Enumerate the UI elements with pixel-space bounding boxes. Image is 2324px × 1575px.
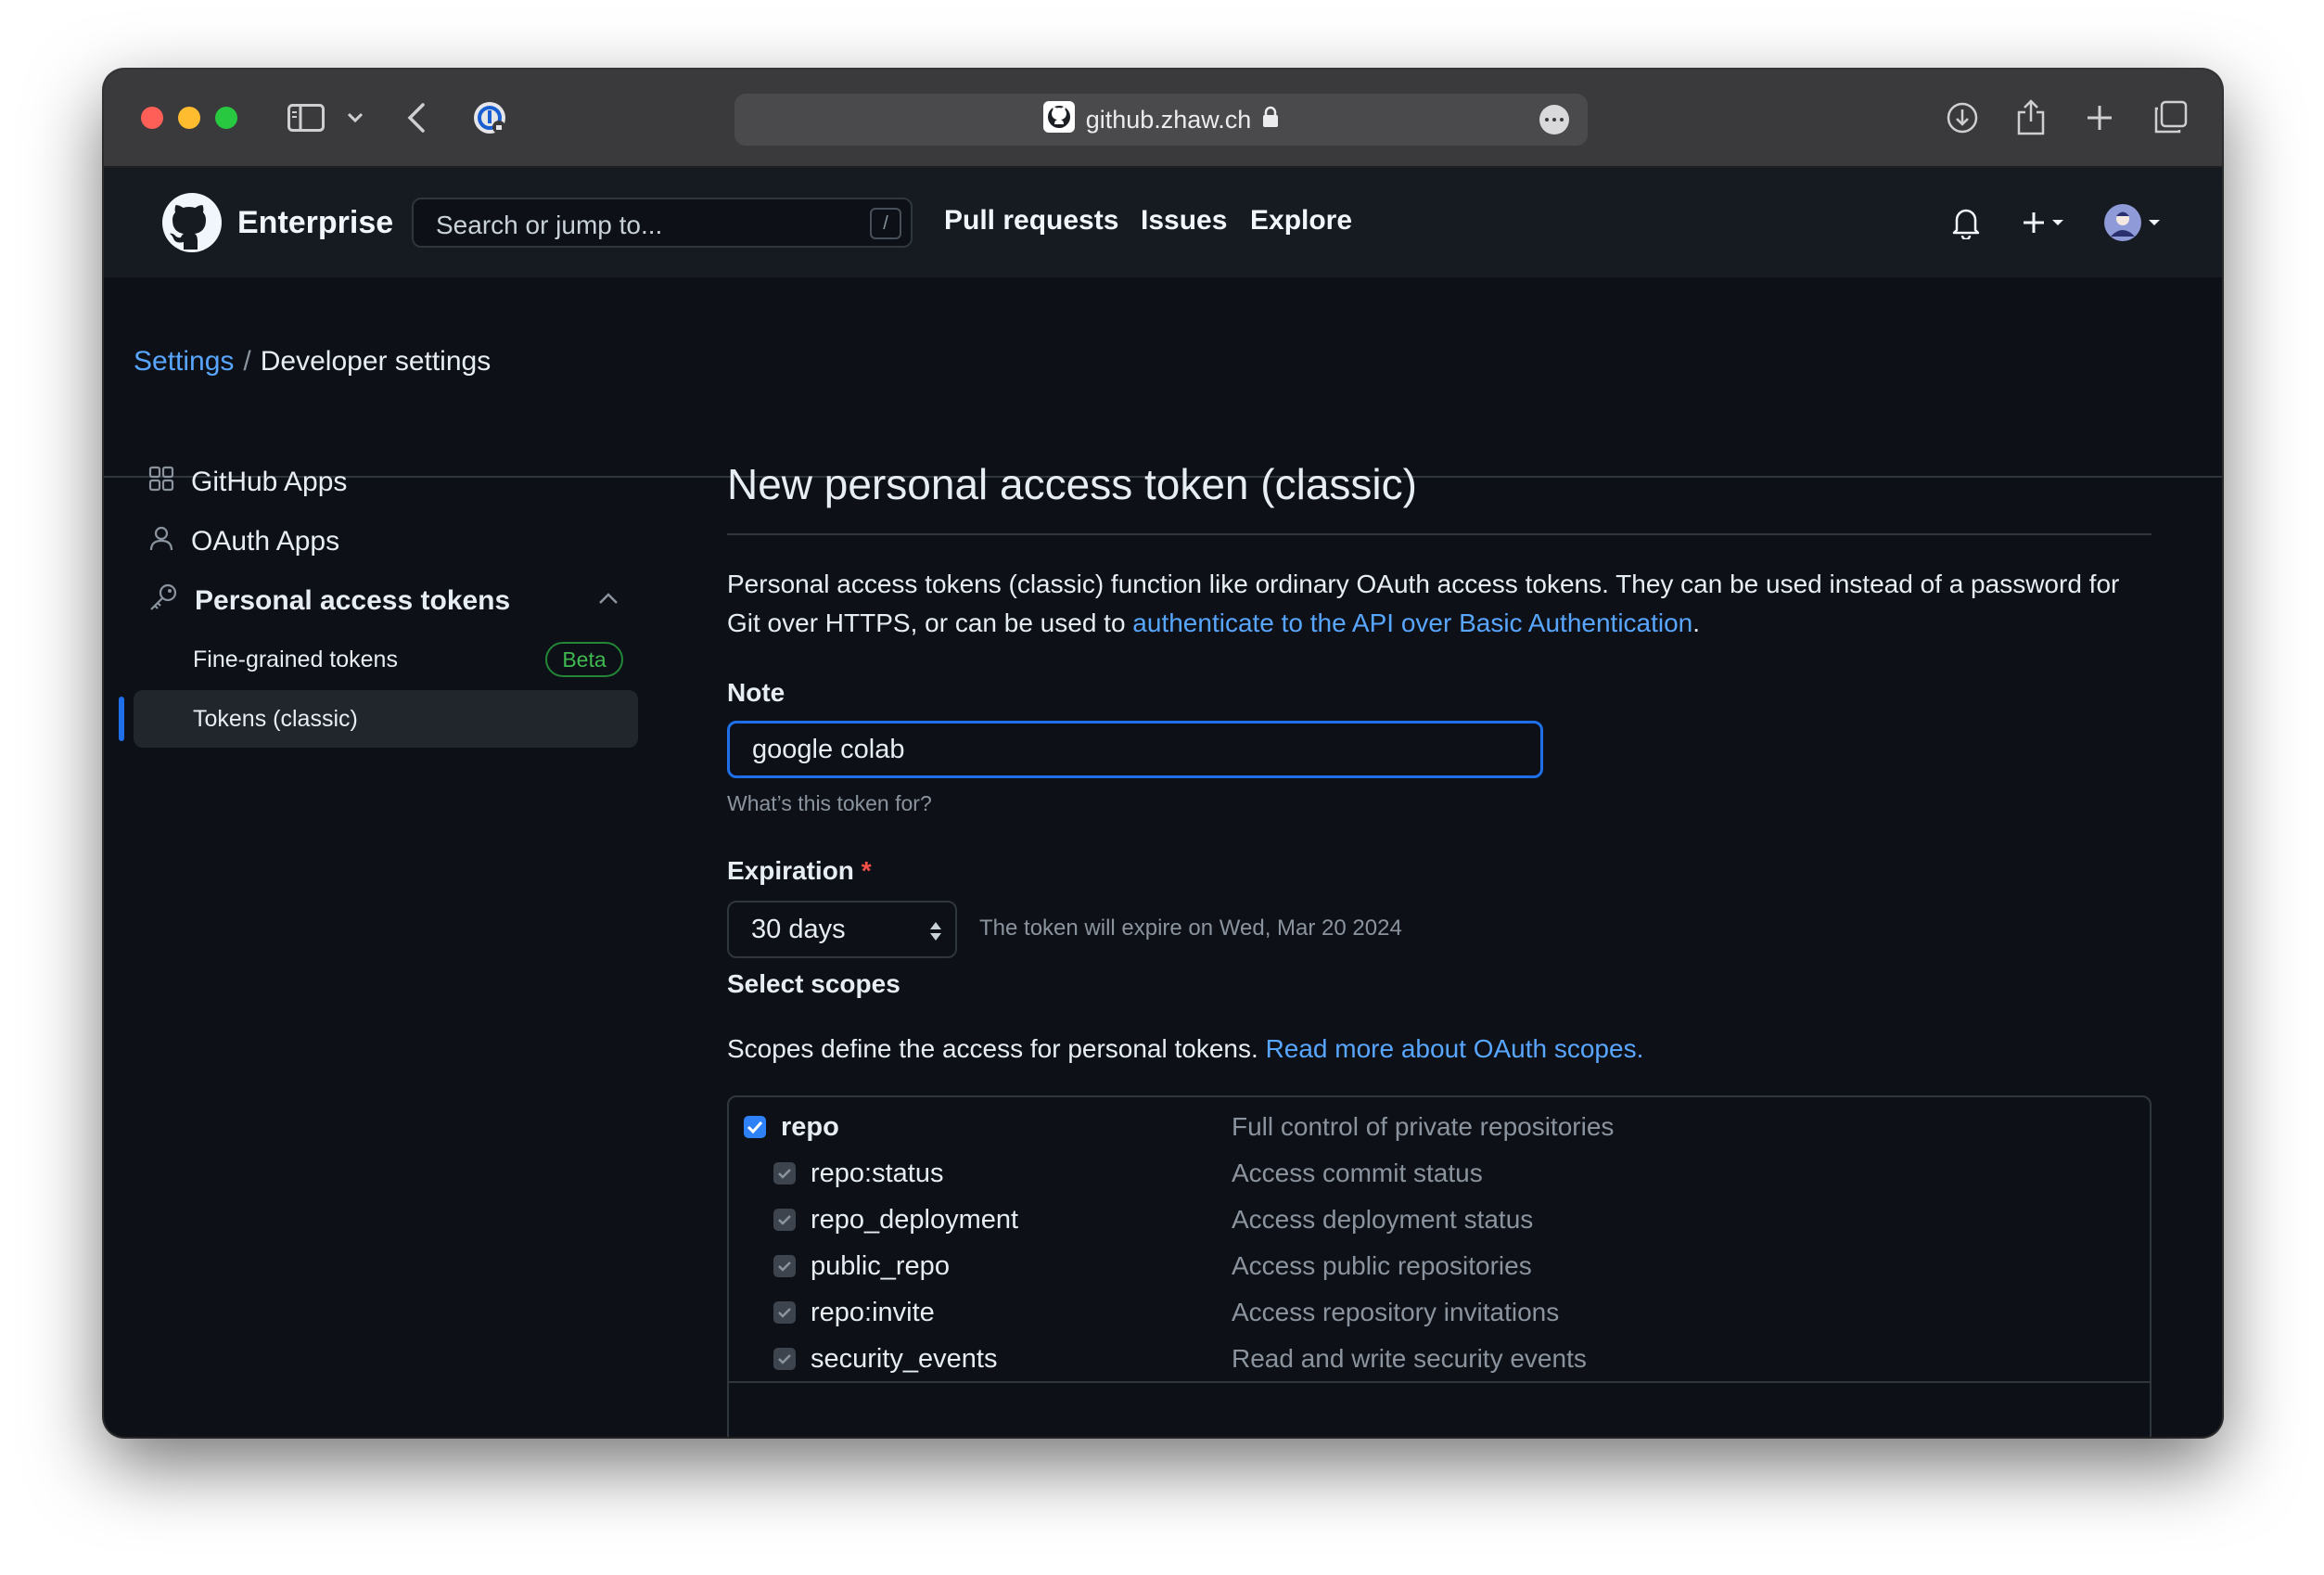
required-asterisk: * bbox=[861, 856, 872, 885]
scopes-table: repo Full control of private repositorie… bbox=[727, 1095, 2152, 1437]
breadcrumb-separator: / bbox=[243, 346, 251, 377]
breadcrumb-band: Settings / Developer settings bbox=[104, 277, 2222, 478]
back-icon[interactable] bbox=[402, 97, 430, 138]
scopes-desc-text: Scopes define the access for personal to… bbox=[727, 1034, 1266, 1063]
share-icon[interactable] bbox=[2012, 97, 2049, 138]
expiration-date-note: The token will expire on Wed, Mar 20 202… bbox=[979, 916, 1402, 941]
note-label: Note bbox=[727, 678, 785, 707]
password-manager-icon[interactable] bbox=[469, 97, 510, 138]
scope-name: repo_deployment bbox=[811, 1205, 1019, 1235]
note-field[interactable] bbox=[727, 721, 1543, 778]
sidebar-active-indicator bbox=[119, 697, 124, 741]
scope-checkbox-repo-status[interactable] bbox=[773, 1162, 796, 1184]
scope-description: Full control of private repositories bbox=[1232, 1112, 1615, 1141]
scope-checkbox-repo[interactable] bbox=[744, 1116, 766, 1138]
expiration-label-text: Expiration bbox=[727, 856, 854, 885]
downloads-icon[interactable] bbox=[1944, 97, 1981, 138]
sidebar-item-label: GitHub Apps bbox=[191, 467, 348, 497]
note-hint: What’s this token for? bbox=[727, 791, 932, 815]
nav-issues[interactable]: Issues bbox=[1141, 205, 1227, 237]
scope-row-repo-deployment: repo_deployment Access deployment status bbox=[729, 1199, 2150, 1242]
basic-auth-link[interactable]: authenticate to the API over Basic Authe… bbox=[1132, 608, 1692, 637]
title-divider bbox=[727, 533, 2152, 535]
sidebar-item-label: OAuth Apps bbox=[191, 526, 340, 557]
scope-checkbox-repo-deployment[interactable] bbox=[773, 1209, 796, 1231]
sidebar-item-fine-grained-tokens[interactable]: Fine-grained tokens bbox=[193, 647, 398, 673]
scope-row-repo-status: repo:status Access commit status bbox=[729, 1153, 2150, 1196]
search-input[interactable]: Search or jump to... / bbox=[412, 198, 913, 248]
nav-explore[interactable]: Explore bbox=[1250, 205, 1352, 237]
select-arrows-icon bbox=[929, 919, 942, 950]
minimize-window-button[interactable] bbox=[178, 107, 200, 129]
scope-group-divider bbox=[729, 1381, 2150, 1383]
scope-checkbox-security-events[interactable] bbox=[773, 1348, 796, 1370]
scope-name: security_events bbox=[811, 1344, 998, 1374]
github-header: Enterprise Search or jump to... / Pull r… bbox=[104, 168, 2222, 277]
more-options-icon[interactable] bbox=[1539, 105, 1569, 134]
key-icon bbox=[148, 583, 178, 620]
tab-overview-icon[interactable] bbox=[2150, 97, 2190, 138]
zoom-window-button[interactable] bbox=[215, 107, 237, 129]
oauth-scopes-link[interactable]: Read more about OAuth scopes. bbox=[1266, 1034, 1644, 1063]
new-tab-icon[interactable] bbox=[2081, 97, 2118, 138]
scope-row-repo-invite: repo:invite Access repository invitation… bbox=[729, 1292, 2150, 1335]
close-window-button[interactable] bbox=[141, 107, 163, 129]
breadcrumb-settings-link[interactable]: Settings bbox=[134, 346, 234, 378]
site-favicon-icon bbox=[1042, 100, 1075, 139]
scope-name: repo bbox=[781, 1112, 839, 1142]
scope-name: public_repo bbox=[811, 1251, 950, 1281]
scope-name: repo:invite bbox=[811, 1298, 935, 1327]
url-text: github.zhaw.ch bbox=[1085, 105, 1252, 134]
person-icon bbox=[148, 525, 174, 558]
brand-name[interactable]: Enterprise bbox=[237, 205, 393, 241]
sidebar-item-personal-access-tokens[interactable]: Personal access tokens bbox=[148, 578, 510, 624]
collapse-chevron-up-icon[interactable] bbox=[597, 591, 619, 610]
expiration-label: Expiration * bbox=[727, 856, 872, 886]
create-new-menu-icon[interactable] bbox=[2022, 199, 2064, 246]
address-bar[interactable]: github.zhaw.ch bbox=[734, 94, 1588, 146]
page-title: New personal access token (classic) bbox=[727, 460, 1417, 508]
scope-row-public-repo: public_repo Access public repositories bbox=[729, 1246, 2150, 1288]
sidebar-item-label: Personal access tokens bbox=[195, 585, 511, 616]
github-logo-icon[interactable] bbox=[161, 192, 223, 253]
apps-icon bbox=[148, 466, 174, 499]
page-description: Personal access tokens (classic) functio… bbox=[727, 565, 2155, 643]
expiration-select[interactable]: 30 days bbox=[727, 901, 957, 958]
search-placeholder: Search or jump to... bbox=[436, 211, 663, 239]
scope-description: Access commit status bbox=[1232, 1159, 1483, 1187]
search-shortcut-key: / bbox=[870, 208, 901, 239]
description-end: . bbox=[1692, 608, 1701, 637]
notifications-bell-icon[interactable] bbox=[1951, 199, 1981, 246]
scopes-heading: Select scopes bbox=[727, 969, 900, 998]
chevron-down-icon[interactable] bbox=[341, 97, 369, 138]
sidebar-item-tokens-classic[interactable]: Tokens (classic) bbox=[193, 706, 358, 733]
scope-row-repo: repo Full control of private repositorie… bbox=[729, 1107, 2150, 1149]
avatar[interactable] bbox=[2103, 199, 2161, 246]
sidebar-item-github-apps[interactable]: GitHub Apps bbox=[148, 459, 347, 506]
scope-checkbox-public-repo[interactable] bbox=[773, 1255, 796, 1277]
scope-description: Access public repositories bbox=[1232, 1251, 1532, 1280]
browser-toolbar: github.zhaw.ch bbox=[104, 70, 2222, 168]
scope-name: repo:status bbox=[811, 1159, 944, 1188]
lock-icon bbox=[1262, 106, 1279, 134]
sidebar-item-oauth-apps[interactable]: OAuth Apps bbox=[148, 519, 339, 565]
scope-description: Access repository invitations bbox=[1232, 1298, 1560, 1326]
browser-window: github.zhaw.ch Enterprise Search or jump bbox=[104, 70, 2222, 1437]
expiration-value: 30 days bbox=[751, 914, 846, 944]
breadcrumb: Settings / Developer settings bbox=[134, 346, 491, 378]
beta-badge: Beta bbox=[545, 642, 623, 677]
scope-description: Access deployment status bbox=[1232, 1205, 1534, 1234]
sidebar-toggle-icon[interactable] bbox=[286, 97, 326, 138]
scope-checkbox-repo-invite[interactable] bbox=[773, 1301, 796, 1324]
scope-row-security-events: security_events Read and write security … bbox=[729, 1338, 2150, 1381]
breadcrumb-current: Developer settings bbox=[260, 346, 492, 377]
scopes-description: Scopes define the access for personal to… bbox=[727, 1034, 1643, 1064]
scope-description: Read and write security events bbox=[1232, 1344, 1587, 1373]
nav-pull-requests[interactable]: Pull requests bbox=[944, 205, 1118, 237]
